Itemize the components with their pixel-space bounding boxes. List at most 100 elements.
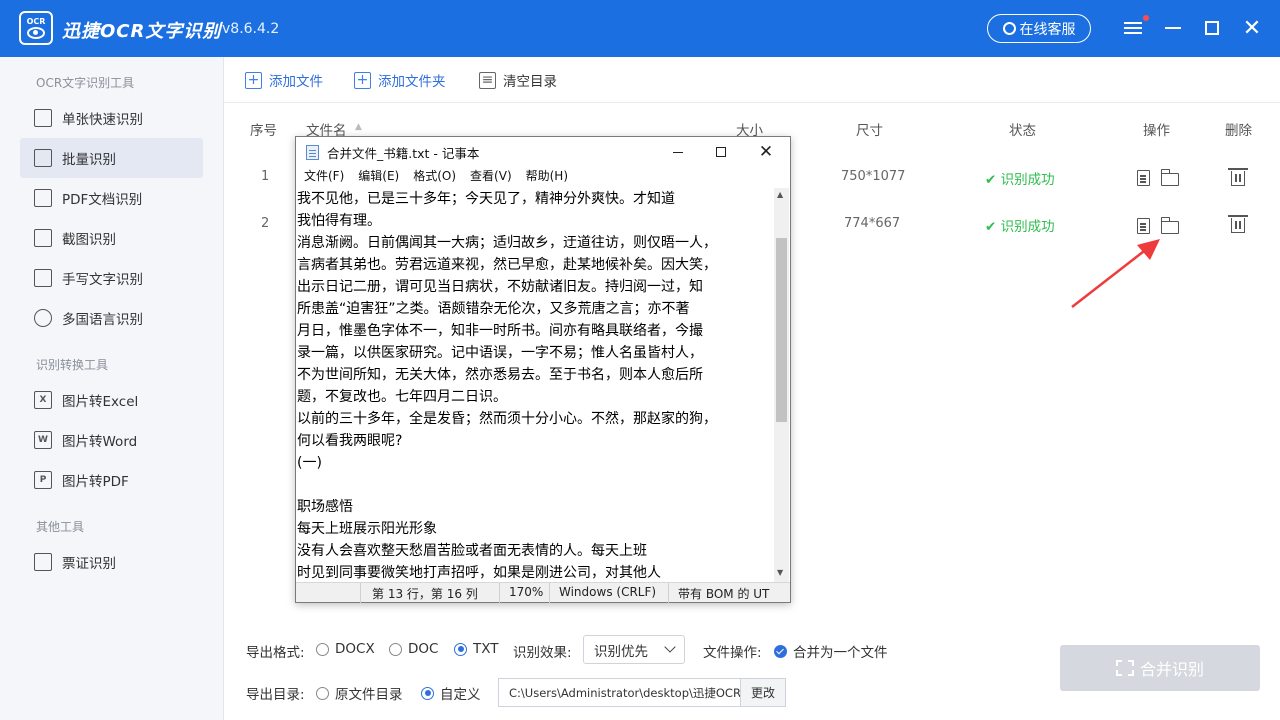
header-dimensions: 尺寸	[856, 123, 883, 139]
merge-recognize-button[interactable]: 合并识别	[1060, 645, 1260, 691]
sidebar-item-label: 图片转Excel	[62, 394, 139, 410]
headset-icon	[1002, 22, 1016, 35]
sidebar: OCR文字识别工具 单张快速识别 批量识别 PDF文档识别 截图识别 手写文字识…	[0, 57, 224, 720]
radio-label: 原文件目录	[335, 687, 403, 703]
notepad-line: 月日，惟墨色字体不一，知非一时所书。间亦有略具联络者，今撮	[297, 323, 703, 339]
file-op-label: 文件操作:	[703, 645, 762, 661]
sidebar-item-label: 批量识别	[62, 152, 116, 168]
format-doc-radio[interactable]: DOC	[389, 641, 438, 657]
change-path-button[interactable]: 更改	[740, 678, 786, 707]
sidebar-item-label: 多国语言识别	[62, 312, 143, 328]
sidebar-item-single[interactable]: 单张快速识别	[20, 98, 203, 138]
view-text-icon[interactable]	[1134, 169, 1152, 187]
dir-original-radio[interactable]: 原文件目录	[316, 683, 403, 703]
radio-icon	[316, 642, 329, 656]
trash-icon: ≡	[479, 71, 496, 89]
notepad-text-area[interactable]: 我不见他，已是三十多年；今天见了，精神分外爽快。才知道 我怕得有理。 消息渐阙。日前…	[297, 188, 774, 582]
sidebar-item-label: 单张快速识别	[62, 112, 143, 128]
radio-selected-icon	[421, 686, 434, 700]
open-folder-icon[interactable]	[1160, 216, 1179, 236]
notepad-line: (一)	[297, 455, 322, 471]
close-icon[interactable]: ✕	[1240, 16, 1264, 41]
notepad-close-icon[interactable]: ✕	[756, 142, 776, 162]
status-text: 识别成功	[1000, 172, 1055, 188]
sidebar-section-other: 其他工具	[36, 520, 85, 534]
cursor-position: 第 13 行，第 16 列	[372, 587, 478, 601]
notepad-maximize-icon[interactable]	[711, 142, 731, 162]
add-folder-button[interactable]: + 添加文件夹	[354, 70, 446, 90]
radio-selected-icon	[454, 642, 467, 656]
header-index: 序号	[250, 123, 277, 139]
export-format-label: 导出格式:	[246, 645, 305, 661]
status-text: 识别成功	[1000, 219, 1055, 235]
app-logo-icon: OCR	[19, 11, 53, 45]
clear-list-button[interactable]: ≡ 清空目录	[479, 70, 557, 90]
batch-icon	[34, 149, 52, 167]
notepad-scrollbar[interactable]: ▲ ▼	[774, 188, 789, 582]
notepad-file-icon	[306, 144, 319, 160]
effect-select[interactable]: 识别优先	[583, 635, 685, 664]
notepad-status-bar: 第 13 行，第 16 列 170% Windows (CRLF) 带有 BOM…	[296, 582, 790, 603]
maximize-icon[interactable]	[1200, 16, 1224, 40]
sidebar-section-convert: 识别转换工具	[36, 358, 109, 372]
add-file-button[interactable]: + 添加文件	[245, 70, 323, 90]
menu-icon[interactable]	[1121, 16, 1145, 40]
sidebar-item-label: PDF文档识别	[62, 192, 143, 208]
format-txt-radio[interactable]: TXT	[454, 641, 499, 657]
merge-checkbox[interactable]: 合并为一个文件	[774, 641, 888, 661]
online-service-label: 在线客服	[1019, 21, 1076, 38]
header-status: 状态	[1009, 123, 1036, 139]
menu-format[interactable]: 格式(O)	[413, 167, 456, 187]
notepad-line: 以前的三十多年，全是发昏；然而须十分小心。不然，那赵家的狗，	[297, 411, 717, 427]
header-actions: 操作	[1143, 123, 1170, 139]
single-image-icon	[34, 109, 52, 127]
sidebar-item-pdf[interactable]: PDF文档识别	[20, 178, 203, 218]
notification-dot	[1143, 15, 1149, 21]
delete-row-icon[interactable]	[1228, 168, 1248, 186]
notepad-line: 没有人会喜欢整天愁眉苦脸或者面无表情的人。每天上班	[297, 543, 647, 559]
sidebar-item-ticket[interactable]: 票证识别	[20, 542, 203, 582]
merge-option-label: 合并为一个文件	[793, 645, 888, 661]
format-docx-radio[interactable]: DOCX	[316, 641, 375, 657]
sidebar-item-excel[interactable]: X 图片转Excel	[20, 380, 203, 420]
notepad-minimize-icon[interactable]	[668, 142, 688, 162]
delete-row-icon[interactable]	[1228, 215, 1248, 233]
view-text-icon[interactable]	[1134, 217, 1152, 235]
sidebar-item-word[interactable]: W 图片转Word	[20, 420, 203, 460]
globe-icon	[34, 309, 52, 327]
scrollbar-thumb[interactable]	[776, 238, 787, 422]
sidebar-item-topdf[interactable]: P 图片转PDF	[20, 460, 203, 500]
dir-custom-radio[interactable]: 自定义	[421, 683, 481, 703]
radio-label: DOCX	[335, 641, 375, 657]
export-path-input[interactable]: C:\Users\Administrator\desktop\迅捷OCR文	[498, 678, 741, 707]
notepad-line: 职场感悟	[297, 499, 353, 515]
add-file-icon: +	[245, 71, 262, 89]
pen-icon	[34, 269, 52, 287]
menu-view[interactable]: 查看(V)	[470, 167, 512, 187]
sidebar-item-multilang[interactable]: 多国语言识别	[20, 298, 203, 338]
notepad-line: 消息渐阙。日前偶闻其一大病；适归故乡，迂道往访，则仅晤一人，	[297, 235, 717, 251]
app-version: v8.6.4.2	[222, 21, 280, 37]
scroll-up-icon[interactable]: ▲	[777, 190, 783, 199]
minimize-icon[interactable]	[1161, 16, 1185, 40]
logo-text: OCR	[26, 17, 46, 26]
notepad-menu-bar: 文件(F) 编辑(E) 格式(O) 查看(V) 帮助(H)	[296, 167, 790, 187]
status-badge: ✔ 识别成功	[985, 219, 1055, 235]
sort-icon[interactable]: ▲	[355, 122, 362, 132]
row-index: 2	[261, 216, 270, 231]
menu-edit[interactable]: 编辑(E)	[358, 167, 399, 187]
open-folder-icon[interactable]	[1160, 168, 1179, 188]
pdf-icon	[34, 189, 52, 207]
sidebar-item-screenshot[interactable]: 截图识别	[20, 218, 203, 258]
effect-label: 识别效果:	[513, 645, 572, 661]
menu-help[interactable]: 帮助(H)	[526, 167, 568, 187]
online-service-button[interactable]: 在线客服	[987, 14, 1091, 43]
clear-list-label: 清空目录	[503, 74, 557, 90]
sidebar-item-handwriting[interactable]: 手写文字识别	[20, 258, 203, 298]
sidebar-item-label: 图片转Word	[62, 434, 138, 450]
scroll-down-icon[interactable]: ▼	[777, 568, 783, 577]
row-dimensions: 750*1077	[841, 169, 906, 184]
notepad-line: 不为世间所知，无关大体，然亦悉易去。至于书名，则本人愈后所	[297, 367, 703, 383]
sidebar-item-batch[interactable]: 批量识别	[20, 138, 203, 178]
menu-file[interactable]: 文件(F)	[304, 167, 344, 187]
